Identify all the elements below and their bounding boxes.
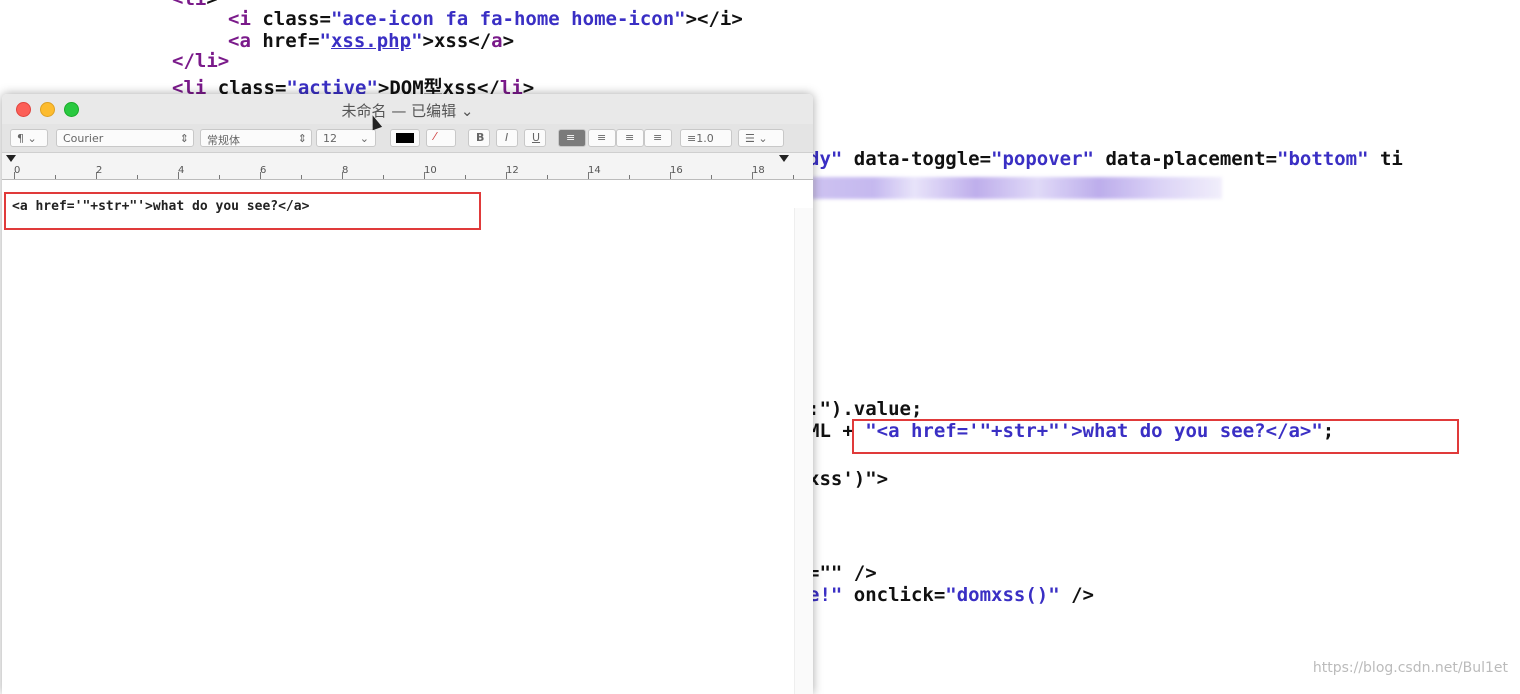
right-indent-marker[interactable]: [779, 155, 789, 162]
font-family-select[interactable]: Courier ⇕: [56, 129, 194, 147]
code-highlight-box: [852, 419, 1459, 454]
ruler-tick: [55, 175, 56, 179]
ruler-tick: [465, 175, 466, 179]
watermark: https://blog.csdn.net/Bul1et: [1312, 660, 1508, 676]
stepper-icon: ⇕: [179, 132, 189, 145]
align-right-icon: ≡: [625, 131, 635, 144]
textedit-window: 未命名 — 已编辑 ⌄ ¶ ⌄ Courier ⇕ 常规体 ⇕ 12 ⌄ ⁄ B I …: [2, 94, 813, 694]
justify-icon: ≡: [653, 131, 663, 144]
text-color-well[interactable]: [390, 129, 420, 147]
ruler-tick: [96, 172, 97, 179]
italic-button[interactable]: I: [496, 129, 518, 147]
blurred-region: [812, 177, 1222, 199]
window-title[interactable]: 未命名 — 已编辑 ⌄: [2, 100, 813, 121]
ruler-number: 16: [670, 165, 683, 176]
ruler-tick: [383, 175, 384, 179]
ruler-number: 14: [588, 165, 601, 176]
ruler-tick: [342, 172, 343, 179]
left-indent-marker[interactable]: [6, 155, 16, 162]
ruler-tick: [137, 175, 138, 179]
code-line-1: <i class="ace-icon fa fa-home home-icon"…: [228, 8, 743, 30]
text-highlight-box: [4, 192, 481, 230]
stepper-icon: ⇕: [297, 132, 307, 145]
align-right-button[interactable]: ≡: [616, 129, 644, 147]
align-left-button[interactable]: ≡: [558, 129, 586, 147]
bold-button[interactable]: B: [468, 129, 490, 147]
align-center-button[interactable]: ≡: [588, 129, 616, 147]
list-bullet-select[interactable]: ☰ ⌄: [738, 129, 784, 147]
ruler-number: 18: [752, 165, 765, 176]
ruler-number: 10: [424, 165, 437, 176]
code-line-5: dy" data-toggle="popover" data-placement…: [808, 148, 1403, 170]
ruler-tick: [711, 175, 712, 179]
ruler-tick: [793, 175, 794, 179]
ruler-tick: [506, 172, 507, 179]
code-line-2: <a href="xss.php">xss</a>: [228, 30, 515, 52]
code-line-6: :").value;: [808, 398, 923, 420]
color-swatch: [396, 133, 414, 143]
ruler-tick: [14, 172, 15, 179]
highlight-color-well[interactable]: ⁄: [426, 129, 456, 147]
paragraph-style-button[interactable]: ¶ ⌄: [10, 129, 48, 147]
ruler-tick: [178, 172, 179, 179]
code-line-li-open: <li>: [172, 0, 218, 10]
code-line-3: </li>: [172, 50, 230, 72]
font-style-select[interactable]: 常规体 ⇕: [200, 129, 312, 147]
format-toolbar: ¶ ⌄ Courier ⇕ 常规体 ⇕ 12 ⌄ ⁄ B I U ≡ ≡ ≡ ≡ ≡1…: [2, 124, 813, 153]
chevron-down-icon: ⌄: [460, 102, 474, 120]
ruler-number: 12: [506, 165, 519, 176]
code-line-8: xss')">: [808, 468, 889, 490]
vertical-scrollbar[interactable]: [794, 208, 813, 694]
line-spacing-icon: ≡: [687, 132, 697, 145]
ruler-tick: [260, 172, 261, 179]
align-center-icon: ≡: [597, 131, 607, 144]
ruler-tick: [752, 172, 753, 179]
ruler-tick: [629, 175, 630, 179]
no-color-icon: ⁄: [434, 130, 436, 143]
chevron-down-icon: ⌄: [359, 132, 369, 145]
underline-button[interactable]: U: [524, 129, 546, 147]
font-size-select[interactable]: 12 ⌄: [316, 129, 376, 147]
ruler-tick: [547, 175, 548, 179]
ruler-tick: [219, 175, 220, 179]
xss-php-link[interactable]: xss.php: [331, 30, 411, 52]
ruler-tick: [670, 172, 671, 179]
ruler[interactable]: 0 2 4 6 8 10 12 14 16 18: [2, 153, 813, 180]
ruler-tick: [301, 175, 302, 179]
line-spacing-select[interactable]: ≡1.0: [680, 129, 732, 147]
code-line-9: ="" />: [808, 562, 877, 584]
ruler-tick: [588, 172, 589, 179]
list-icon: ☰: [745, 132, 755, 145]
justify-button[interactable]: ≡: [644, 129, 672, 147]
code-line-10: e!" onclick="domxss()" />: [808, 584, 1094, 606]
align-left-icon: ≡: [566, 131, 576, 144]
ruler-tick: [424, 172, 425, 179]
title-bar[interactable]: 未命名 — 已编辑 ⌄: [2, 94, 813, 124]
